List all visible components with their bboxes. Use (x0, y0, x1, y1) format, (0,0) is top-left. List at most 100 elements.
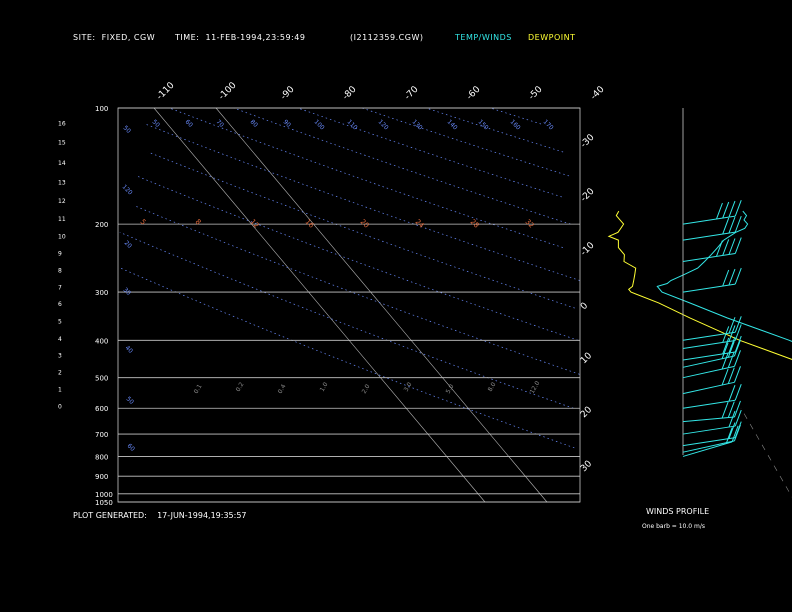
wind-barb-flag (727, 367, 735, 384)
height-tick-label: 7 (58, 284, 62, 291)
mixing-ratio-label: 5.0 (445, 383, 456, 395)
wind-barb (682, 366, 741, 395)
height-tick-label: 2 (58, 370, 62, 377)
winds-layer (682, 108, 742, 457)
wind-barb-flag (722, 239, 730, 256)
temp-top-label: -110 (155, 80, 177, 102)
wind-barb (682, 199, 742, 225)
pressure-tick-label: 1000 (95, 491, 113, 499)
dry-adiabat-label: 40 (124, 344, 134, 354)
wind-barb (682, 421, 742, 447)
dry-adiabat-line (297, 107, 562, 198)
dry-adiabat-label: 80 (249, 118, 259, 128)
temp-top-label: -90 (279, 84, 297, 102)
wind-barb-flag (728, 268, 736, 286)
wind-barb-flag (728, 238, 736, 255)
dry-adiabat-line (120, 267, 575, 449)
height-tick-label: 14 (58, 160, 66, 167)
pressure-tick-label: 300 (95, 289, 108, 297)
height-tick-label: 11 (58, 216, 66, 223)
dry-adiabat-label: 20 (123, 239, 133, 249)
height-tick-label: 9 (58, 251, 62, 258)
winds-profile-title: WINDS PROFILE (646, 507, 710, 516)
generated-value: 17-JUN-1994,19:35:57 (157, 511, 247, 520)
height-tick-label: 16 (58, 120, 66, 127)
dry-adiabat-label: 50 (125, 395, 135, 405)
saturated-adiabat-label: 16 (304, 218, 316, 230)
wind-barb-flag (734, 267, 742, 285)
wind-barb-flag (721, 401, 729, 419)
wind-barb-flag (733, 366, 741, 383)
wind-barb-shaft (682, 283, 736, 293)
pressure-tick-label: 600 (95, 405, 108, 413)
dry-adiabat-label: 60 (184, 118, 194, 128)
dry-adiabat-label: 110 (346, 118, 359, 131)
pressure-tick-label: 400 (95, 337, 108, 345)
wind-barb-flag (722, 201, 730, 219)
saturated-adiabat-label: 5 (139, 218, 148, 227)
mixing-ratio-label: 12.0 (529, 380, 542, 395)
pressure-tick-label: 200 (95, 221, 108, 229)
mixing-ratio-line (740, 408, 792, 498)
dry-adiabat-line (145, 123, 580, 281)
temp-right-label: 30 (579, 459, 594, 474)
barb-note: One barb = 10.0 m/s (642, 523, 705, 530)
dry-adiabat-line (361, 107, 570, 177)
isotherm-line (153, 107, 486, 503)
plot-frame (117, 107, 581, 503)
dry-adiabat-label: 140 (446, 118, 459, 131)
temp-top-label: -50 (527, 84, 545, 102)
height-tick-label: 5 (58, 318, 62, 325)
dry-adiabat-label: 120 (121, 183, 134, 196)
dry-adiabat-label: 50 (122, 124, 132, 134)
wind-barb-flag (734, 215, 742, 233)
height-tick-label: 10 (58, 233, 66, 240)
chart-labels: 1002003004005006007008009001000105016151… (58, 80, 607, 507)
dry-adiabat-label: 70 (215, 118, 225, 128)
height-tick-label: 13 (58, 179, 66, 186)
wind-barb-flag (734, 316, 742, 333)
temp-top-label: -70 (403, 84, 421, 102)
footer-generated: PLOT GENERATED: 17-JUN-1994,19:35:57 (73, 511, 247, 520)
height-tick-label: 4 (58, 336, 62, 343)
pressure-tick-label: 900 (95, 473, 108, 481)
height-tick-label: 6 (58, 301, 62, 308)
dry-adiabat-label: 100 (313, 118, 326, 131)
dry-adiabat-line (136, 206, 580, 375)
dry-adiabat-label: 120 (377, 118, 390, 131)
background-lines (117, 107, 792, 503)
saturated-adiabat-label: 28 (469, 218, 481, 230)
height-tick-label: 15 (58, 139, 66, 146)
wind-barb-shaft (682, 416, 735, 423)
mixing-ratio-label: 1.0 (319, 381, 330, 393)
wind-barb-flag (734, 237, 742, 254)
temp-right-label: 20 (579, 405, 594, 420)
wind-barb (682, 237, 742, 263)
wind-barb-flag (728, 216, 736, 234)
height-tick-label: 12 (58, 198, 66, 205)
dry-adiabat-line (425, 107, 564, 153)
saturated-adiabat-label: 24 (414, 218, 426, 230)
saturated-adiabat-label: 20 (359, 218, 371, 230)
dry-adiabat-label: 30 (122, 286, 132, 296)
height-tick-label: 3 (58, 353, 62, 360)
pressure-tick-label: 700 (95, 431, 108, 439)
pressure-tick-label: 800 (95, 453, 108, 461)
generated-label: PLOT GENERATED: (73, 511, 147, 520)
temp-right-label: -30 (579, 132, 597, 150)
temp-right-label: 0 (579, 301, 590, 312)
pressure-tick-label: 500 (95, 375, 108, 383)
height-tick-label: 0 (58, 403, 62, 410)
mixing-ratio-label: 0.4 (277, 383, 288, 395)
wind-barb-shaft (682, 425, 736, 435)
mixing-ratio-label: 3.0 (403, 381, 414, 393)
height-tick-label: 1 (58, 386, 62, 393)
dry-adiabat-label: 90 (282, 118, 292, 128)
wind-barb (682, 384, 742, 409)
mixing-ratio-label: 0.2 (235, 381, 246, 393)
wind-barb-flag (728, 200, 736, 218)
saturated-adiabat-label: 12 (249, 218, 261, 230)
wind-barb-shaft (682, 253, 736, 263)
temp-right-label: 10 (579, 351, 594, 366)
saturated-adiabat-label: 32 (524, 218, 536, 230)
